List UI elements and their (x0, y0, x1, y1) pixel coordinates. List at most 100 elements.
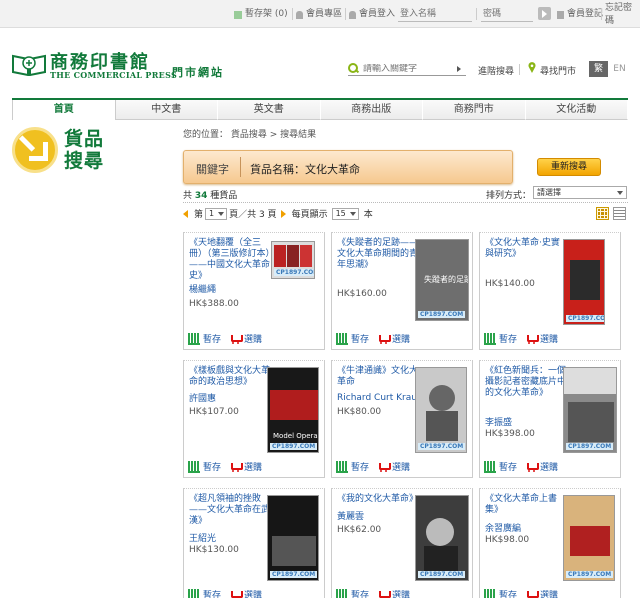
divider (476, 8, 477, 20)
pager: 第 1 頁／共 3 頁 每頁顯示 15 本 (183, 207, 373, 220)
cover-art (416, 368, 466, 452)
cart-icon[interactable] (230, 334, 244, 344)
book-cover[interactable]: CP1897.COM (563, 367, 617, 453)
sort-select[interactable]: 請選擇 (533, 186, 627, 199)
member-area-link[interactable]: 會員專區 (296, 8, 342, 21)
product-author[interactable]: 李振盛 (485, 415, 512, 428)
grid-view-icon[interactable] (596, 207, 609, 220)
book-cover[interactable]: Model Operas CP1897.COM (267, 367, 319, 453)
shelf-icon[interactable] (188, 332, 200, 345)
shelf-icon[interactable] (484, 332, 496, 345)
buy-button[interactable]: 選購 (540, 460, 558, 473)
lang-tc-button[interactable]: 繁 (589, 61, 608, 77)
product-card: 《樣板戲與文化大革命的政治思想》 許國惠 HK$107.00 Model Ope… (183, 360, 325, 478)
tab-chinese-books[interactable]: 中文書 (115, 100, 218, 120)
product-title[interactable]: 《失蹤者的足跡——文化大革命期間的青年思潮》 (337, 238, 419, 271)
cover-art (564, 496, 614, 580)
book-cover[interactable]: CP1897.COM (271, 241, 315, 279)
shelf-icon[interactable] (484, 588, 496, 598)
cart-icon[interactable] (378, 590, 392, 598)
book-cover[interactable]: CP1897.COM (415, 367, 467, 453)
shelf-icon[interactable] (336, 332, 348, 345)
product-author[interactable]: 王紹光 (189, 531, 216, 544)
product-author[interactable]: 許國惠 (189, 391, 216, 404)
product-author[interactable]: 楊繼繩 (189, 282, 216, 295)
book-cover[interactable]: CP1897.COM (563, 495, 615, 581)
tab-publishing[interactable]: 商務出版 (320, 100, 423, 120)
save-button[interactable]: 暫存 (499, 460, 517, 473)
shelf-link[interactable]: 暫存架 (0) (234, 8, 288, 21)
product-title[interactable]: 《牛津通識》文化大革命 (337, 366, 419, 388)
product-title[interactable]: 《樣板戲與文化大革命的政治思想》 (189, 366, 271, 388)
list-view-icon[interactable] (613, 207, 626, 220)
forgot-password-link[interactable]: 忘記密碼 (605, 3, 640, 26)
save-button[interactable]: 暫存 (203, 460, 221, 473)
save-button[interactable]: 暫存 (203, 588, 221, 598)
save-button[interactable]: 暫存 (351, 588, 369, 598)
search-input[interactable] (363, 63, 459, 74)
product-title[interactable]: 《文化大革命上書集》 (485, 494, 567, 516)
product-card: 《文化大革命上書集》 余習廣編 HK$98.00 CP1897.COM 暫存 選… (479, 488, 621, 598)
next-page-icon[interactable] (280, 209, 286, 218)
cart-icon[interactable] (230, 462, 244, 472)
save-button[interactable]: 暫存 (499, 332, 517, 345)
product-title[interactable]: 《超凡領袖的挫敗——文化大革命在武漢》 (189, 494, 271, 527)
buy-button[interactable]: 選購 (392, 460, 410, 473)
buy-button[interactable]: 選購 (392, 332, 410, 345)
shelf-icon[interactable] (188, 460, 200, 473)
book-cover[interactable]: CP1897.COM (415, 495, 469, 581)
tab-stores[interactable]: 商務門市 (423, 100, 526, 120)
product-title[interactable]: 《天地翻覆（全三冊）（第三版修訂本）——中國文化大革命史》 (189, 238, 271, 282)
book-cover[interactable]: CP1897.COM (563, 239, 605, 325)
search-submit-icon[interactable] (457, 66, 461, 72)
product-author[interactable]: Richard Curt Kraus (337, 393, 422, 403)
login-submit-button[interactable] (538, 7, 551, 20)
member-login-link[interactable]: 會員登入 (349, 8, 395, 21)
prev-page-icon[interactable] (183, 209, 188, 218)
product-author[interactable]: 黃麗雲 (337, 509, 364, 522)
advanced-search-link[interactable]: 進階搜尋 (478, 64, 514, 77)
page-label: 第 (194, 210, 204, 220)
product-author[interactable]: 余習廣編 (485, 521, 521, 534)
buy-button[interactable]: 選購 (244, 332, 262, 345)
cart-icon[interactable] (526, 590, 540, 598)
save-button[interactable]: 暫存 (499, 588, 517, 598)
product-title[interactable]: 《我的文化大革命》 (337, 494, 419, 505)
cart-icon[interactable] (378, 334, 392, 344)
product-card: 《紅色新聞兵：一個攝影記者密藏底片中的文化大革命》 李振盛 HK$398.00 … (479, 360, 621, 478)
buy-button[interactable]: 選購 (392, 588, 410, 598)
member-area-label: 會員專區 (306, 9, 343, 19)
cart-icon[interactable] (230, 590, 244, 598)
tab-home[interactable]: 首頁 (12, 100, 116, 120)
shelf-icon[interactable] (336, 460, 348, 473)
cart-icon[interactable] (378, 462, 392, 472)
login-name-input[interactable] (398, 7, 472, 22)
page-select[interactable]: 1 (205, 207, 228, 220)
reset-search-button[interactable]: 重新搜尋 (537, 158, 601, 176)
book-cover[interactable]: CP1897.COM (267, 495, 319, 581)
save-button[interactable]: 暫存 (351, 332, 369, 345)
lang-en-button[interactable]: EN (610, 61, 629, 77)
buy-button[interactable]: 選購 (244, 588, 262, 598)
save-button[interactable]: 暫存 (203, 332, 221, 345)
book-cover[interactable]: 失蹤者的足跡 CP1897.COM (415, 239, 469, 321)
divider (345, 8, 346, 20)
shelf-icon[interactable] (188, 588, 200, 598)
register-link[interactable]: 會員登記 (557, 8, 603, 21)
buy-button[interactable]: 選購 (540, 332, 558, 345)
per-page-select[interactable]: 15 (331, 207, 359, 220)
product-title[interactable]: 《紅色新聞兵：一個攝影記者密藏底片中的文化大革命》 (485, 366, 567, 399)
find-store-link[interactable]: 尋找門市 (540, 64, 576, 77)
shelf-icon[interactable] (484, 460, 496, 473)
tab-events[interactable]: 文化活動 (525, 100, 628, 120)
buy-button[interactable]: 選購 (244, 460, 262, 473)
shelf-icon[interactable] (336, 588, 348, 598)
cart-icon[interactable] (526, 334, 540, 344)
buy-button[interactable]: 選購 (540, 588, 558, 598)
logo-book-icon[interactable] (12, 52, 46, 76)
cart-icon[interactable] (526, 462, 540, 472)
password-input[interactable] (481, 7, 533, 22)
tab-english-books[interactable]: 英文書 (218, 100, 321, 120)
save-button[interactable]: 暫存 (351, 460, 369, 473)
product-title[interactable]: 《文化大革命‧史實與研究》 (485, 238, 567, 260)
